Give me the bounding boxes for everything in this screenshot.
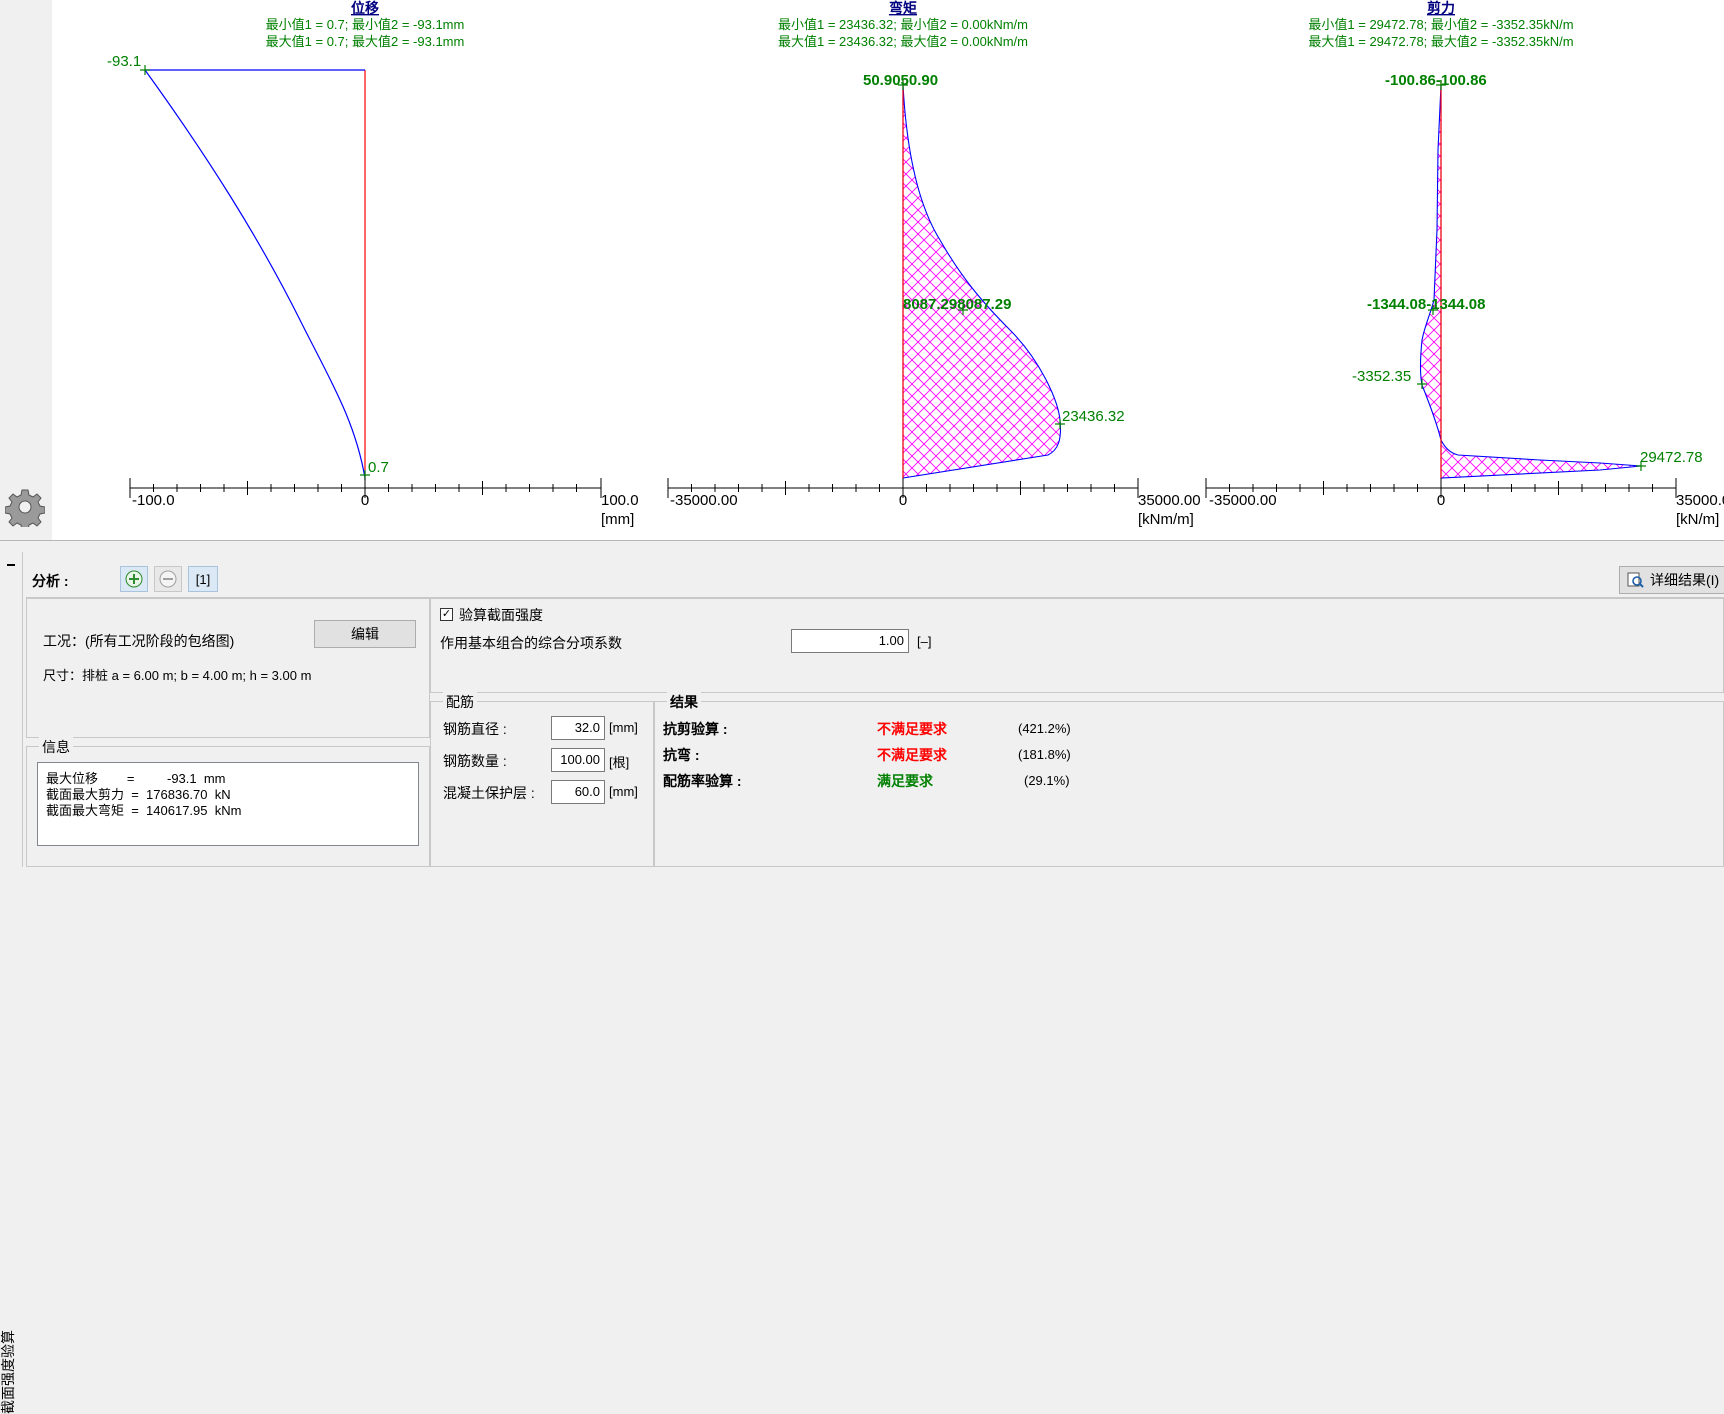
cover-unit: [mm] (609, 784, 638, 799)
moment-hatched-area (902, 84, 1062, 479)
check-strength-checkbox[interactable]: ✓ (440, 608, 453, 621)
side-tab-label: 截面强度验算 (0, 1330, 16, 1414)
analysis-label: 分析 : (32, 573, 69, 589)
shear-axis-zero: 0 (1437, 492, 1445, 509)
shear-extremes-max: 最大值1 = 29472.78; 最大值2 = -3352.35kN/m (1308, 34, 1573, 49)
cover-label: 混凝土保护层 : (443, 785, 535, 801)
displacement-extremes-max: 最大值1 = 0.7; 最大值2 = -93.1mm (266, 34, 465, 49)
displacement-curve (144, 69, 366, 479)
moment-extremes-min: 最小值1 = 23436.32; 最小值2 = 0.00kNm/m (778, 17, 1028, 32)
condition-panel: 工况：(所有工况阶段的包络图) 编辑 尺寸：排桩 a = 6.00 m; b =… (26, 598, 430, 738)
shear-extremes-min: 最小值1 = 29472.78; 最小值2 = -3352.35kN/m (1308, 17, 1573, 32)
diameter-unit: [mm] (609, 720, 638, 735)
splitter[interactable] (0, 540, 1724, 541)
shear-axis-max: 35000.0 (1676, 492, 1724, 509)
shear-top-value: -100.86-100.86 (1385, 72, 1487, 89)
result-bending-label: 抗弯 : (663, 747, 700, 763)
moment-axis-max: 35000.00 (1138, 492, 1201, 509)
cover-input[interactable]: 60.0 (551, 780, 605, 804)
gear-icon (5, 489, 45, 527)
collapse-handle[interactable] (7, 564, 15, 566)
result-bending-status: 不满足要求 (877, 747, 947, 763)
info-box: 最大位移 = -93.1 mm 截面最大剪力 = 176836.70 kN 截面… (37, 762, 419, 846)
displacement-bottom-value: 0.7 (368, 459, 389, 476)
shear-positive-area (1440, 439, 1642, 479)
displacement-unit: [mm] (601, 511, 634, 528)
check-strength-label: 验算截面强度 (459, 607, 543, 623)
size-text: 尺寸：排桩 a = 6.00 m; b = 4.00 m; h = 3.00 m (43, 668, 312, 683)
analysis-toolbar: 分析 : [1] 详细结果(I) (26, 563, 1724, 598)
minus-icon (159, 570, 177, 588)
diameter-label: 钢筋直径 : (443, 721, 507, 737)
add-stage-button[interactable] (120, 566, 148, 592)
moment-peak-value: 23436.32 (1062, 408, 1125, 425)
shear-negative-area (1419, 84, 1442, 441)
displacement-top-value: -93.1 (107, 53, 141, 70)
shear-title: 剪力 (1427, 0, 1455, 16)
displacement-chart: 位移 最小值1 = 0.7; 最小值2 = -93.1mm 最大值1 = 0.7… (107, 0, 639, 528)
rebar-title: 配筋 (443, 692, 477, 712)
count-label: 钢筋数量 : (443, 753, 507, 769)
results-group: 结果 抗剪验算 : 不满足要求 (421.2%) 抗弯 : 不满足要求 (181… (654, 692, 1724, 867)
moment-axis-zero: 0 (899, 492, 907, 509)
count-unit: [根] (609, 755, 630, 770)
result-bending-percent: (181.8%) (1018, 747, 1071, 762)
info-title: 信息 (39, 737, 73, 757)
diameter-input[interactable]: 32.0 (551, 716, 605, 740)
condition-text: 工况：(所有工况阶段的包络图) (43, 633, 235, 649)
displacement-axis-min: -100.0 (132, 492, 175, 509)
edit-button[interactable]: 编辑 (314, 620, 416, 648)
shear-axis-min: -35000.00 (1209, 492, 1277, 509)
displacement-axis-max: 100.0 (601, 492, 639, 509)
shear-peak-value: 29472.78 (1640, 449, 1703, 466)
displacement-extremes-min: 最小值1 = 0.7; 最小值2 = -93.1mm (266, 17, 465, 32)
result-shear-percent: (421.2%) (1018, 721, 1071, 736)
side-tab[interactable]: 截面强度验算 (0, 552, 23, 1414)
result-shear-status: 不满足要求 (877, 721, 947, 737)
moment-mid-value: 8087.298087.29 (903, 296, 1011, 313)
result-ratio-label: 配筋率验算 : (663, 773, 742, 789)
displacement-top-marker (140, 65, 150, 75)
info-max-moment: 截面最大弯矩 = 140617.95 kNm (46, 803, 242, 818)
internal-forces-diagrams: 位移 最小值1 = 0.7; 最小值2 = -93.1mm 最大值1 = 0.7… (107, 0, 1724, 528)
count-input[interactable]: 100.00 (551, 748, 605, 772)
stage-tab-1[interactable]: [1] (188, 566, 218, 592)
result-shear-label: 抗剪验算 : (663, 721, 728, 737)
moment-extremes-max: 最大值1 = 23436.32; 最大值2 = 0.00kNm/m (778, 34, 1028, 49)
shear-mid-value: -1344.08-1344.08 (1367, 296, 1485, 313)
results-title: 结果 (667, 692, 701, 712)
detailed-results-button[interactable]: 详细结果(I) (1619, 566, 1724, 594)
moment-axis-min: -35000.00 (670, 492, 738, 509)
plus-icon (125, 570, 143, 588)
moment-title: 弯矩 (889, 0, 917, 16)
factor-unit: [–] (917, 634, 932, 649)
moment-unit: [kNm/m] (1138, 511, 1194, 528)
factor-label: 作用基本组合的综合分项系数 (440, 635, 622, 651)
shear-min-value: -3352.35 (1352, 368, 1411, 385)
displacement-title: 位移 (351, 0, 379, 16)
moment-top-value: 50.9050.90 (863, 72, 938, 89)
detailed-results-label: 详细结果(I) (1650, 572, 1720, 588)
remove-stage-button[interactable] (154, 566, 182, 592)
displacement-axis-zero: 0 (361, 492, 369, 509)
check-panel: ✓ 验算截面强度 作用基本组合的综合分项系数 1.00 [–] (430, 598, 1724, 693)
settings-button[interactable] (2, 484, 48, 530)
shear-chart: 剪力 最小值1 = 29472.78; 最小值2 = -3352.35kN/m … (1205, 0, 1724, 528)
factor-input[interactable]: 1.00 (791, 629, 909, 653)
shear-unit: [kN/m] (1676, 511, 1719, 528)
magnifier-icon (1627, 572, 1644, 588)
result-ratio-percent: (29.1%) (1024, 773, 1070, 788)
result-ratio-status: 满足要求 (877, 773, 933, 789)
rebar-group: 配筋 钢筋直径 : 32.0 [mm] 钢筋数量 : 100.00 [根] 混凝… (430, 692, 654, 867)
moment-chart: 弯矩 最小值1 = 23436.32; 最小值2 = 0.00kNm/m 最大值… (667, 0, 1201, 528)
